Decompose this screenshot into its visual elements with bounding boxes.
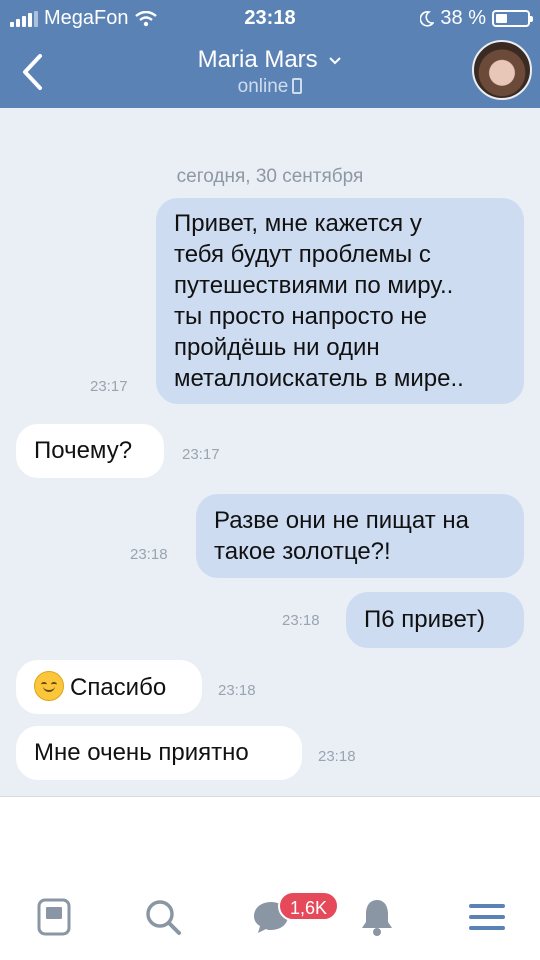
message-time: 23:18 [218, 682, 256, 699]
message-line: П6 привет) [364, 606, 486, 633]
message-time: 23:17 [182, 446, 220, 463]
moon-icon [420, 10, 435, 27]
tab-notifications[interactable] [352, 897, 402, 937]
contact-name-row: Maria Mars [120, 46, 420, 74]
chat-header: MegaFon 23:18 38 % Maria Mars online [0, 0, 540, 108]
message-bubble-outgoing[interactable]: П6 привет) [346, 592, 524, 648]
tab-menu[interactable] [462, 897, 512, 937]
message-line: Спасибо [70, 674, 167, 701]
battery-fill [496, 14, 508, 23]
message-bubble-incoming[interactable]: Спасибо [16, 660, 202, 714]
message-line: Привет, мне кажется у [174, 210, 422, 237]
conversation-title[interactable]: Maria Mars online [120, 46, 420, 98]
messages-badge: 1,6K [278, 891, 340, 921]
message-line: путешествиями по миру.. [174, 272, 454, 299]
tab-search[interactable] [138, 897, 188, 937]
message-line: Почему? [34, 437, 133, 464]
message-time: 23:18 [282, 612, 320, 629]
message-line: ты просто напросто не [174, 303, 427, 330]
bottom-tab-bar: 1,6K [0, 796, 540, 960]
contact-status: online [237, 76, 289, 97]
phone-icon [292, 78, 303, 94]
back-button[interactable] [12, 48, 52, 96]
message-bubble-incoming[interactable]: Мне очень приятно [16, 726, 302, 780]
contact-status-row: online [120, 76, 420, 98]
avatar[interactable] [472, 40, 532, 100]
message-bubble-outgoing[interactable]: Разве они не пищат на такое золотце?! [196, 494, 524, 578]
status-bar: MegaFon 23:18 38 % [0, 0, 540, 34]
news-icon [37, 898, 71, 936]
message-bubble-outgoing[interactable]: Привет, мне кажется у тебя будут проблем… [156, 198, 524, 404]
back-icon [23, 54, 42, 90]
message-line: тебя будут проблемы с [174, 241, 431, 268]
chevron-down-icon [329, 56, 342, 65]
smiling-face-emoji-icon [34, 671, 64, 701]
message-line: Разве они не пищат на [214, 507, 469, 534]
message-line: металлоискатель в мире.. [174, 365, 464, 392]
menu-icon [469, 904, 505, 930]
message-line: пройдёшь ни один [174, 334, 380, 361]
search-icon [146, 900, 181, 935]
date-separator: сегодня, 30 сентября [176, 166, 364, 187]
battery-percent: 38 % [440, 7, 486, 29]
message-time: 23:17 [90, 378, 128, 395]
message-bubble-incoming[interactable]: Почему? [16, 424, 164, 478]
message-list[interactable]: сегодня, 30 сентября 23:17 Привет, мне к… [0, 108, 540, 796]
tab-news[interactable] [29, 897, 79, 937]
notifications-icon [362, 900, 392, 936]
message-line: такое золотце?! [214, 538, 391, 565]
message-line: Мне очень приятно [34, 739, 249, 766]
contact-name: Maria Mars [197, 46, 318, 73]
message-time: 23:18 [130, 546, 168, 563]
message-time: 23:18 [318, 748, 356, 765]
battery-icon [492, 10, 533, 27]
